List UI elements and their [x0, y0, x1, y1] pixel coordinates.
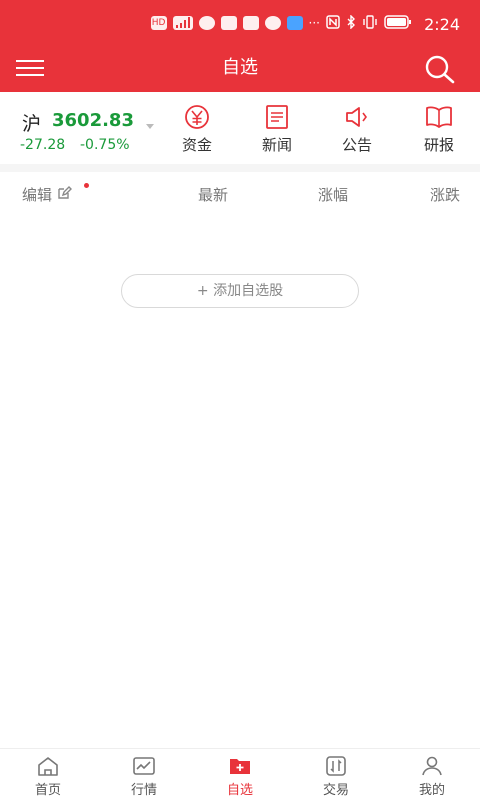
app-icon-1	[198, 16, 215, 30]
tab-label: 首页	[34, 783, 61, 798]
hd-icon: HD	[150, 16, 167, 30]
bottom-tab-bar: 首页 行情 自选 交易 我的	[0, 748, 480, 801]
open-book-icon	[426, 106, 452, 128]
edit-pencil-icon	[56, 185, 73, 205]
search-button[interactable]	[424, 54, 456, 84]
app-icon-4	[264, 16, 281, 30]
column-change-pct[interactable]: 涨幅	[318, 184, 348, 205]
home-icon	[38, 757, 58, 776]
index-change: -27.28	[20, 137, 66, 153]
tab-label: 我的	[418, 783, 445, 798]
watchlist-folder-icon	[230, 759, 250, 774]
quick-link-label: 公告	[341, 136, 372, 154]
app-icon-5	[286, 16, 303, 30]
battery-icon	[384, 14, 412, 33]
status-time: 2:24	[424, 15, 460, 34]
status-icons: HD ···	[150, 13, 412, 33]
app-icon-2	[220, 16, 237, 30]
tab-market[interactable]: 行情	[112, 755, 176, 801]
bluetooth-icon	[346, 13, 356, 33]
tab-home[interactable]: 首页	[16, 755, 80, 801]
app-header: 自选	[0, 44, 480, 92]
tab-trade[interactable]: 交易	[304, 755, 368, 801]
quick-link-label: 资金	[181, 136, 212, 154]
edit-button[interactable]: 编辑	[22, 184, 73, 205]
market-chart-icon	[133, 757, 155, 775]
speaker-icon	[346, 107, 367, 127]
more-icon: ···	[308, 16, 320, 30]
tab-watchlist[interactable]: 自选	[208, 755, 272, 801]
tab-profile[interactable]: 我的	[400, 755, 464, 801]
app-icon-3	[242, 16, 259, 30]
dropdown-arrow-icon[interactable]	[145, 116, 155, 129]
notification-dot	[84, 183, 89, 188]
index-value: 3602.83	[52, 110, 134, 131]
status-bar: HD ··· 2:24	[0, 0, 480, 44]
index-bar: 沪 3602.83 -27.28 -0.75% 资金 新闻 公告 研报	[0, 92, 480, 164]
edit-label: 编辑	[22, 186, 53, 204]
tab-label: 行情	[130, 783, 157, 798]
nfc-icon	[326, 14, 340, 33]
tab-label: 自选	[226, 783, 253, 798]
column-change[interactable]: 涨跌	[430, 184, 460, 205]
tab-label: 交易	[322, 783, 349, 798]
trade-icon	[326, 756, 346, 776]
quick-link-label: 新闻	[261, 136, 292, 154]
news-doc-icon	[266, 105, 288, 129]
quick-link-research[interactable]: 研报	[407, 104, 471, 160]
vibrate-icon	[362, 14, 378, 33]
quick-link-label: 研报	[423, 136, 454, 154]
quick-link-announcements[interactable]: 公告	[325, 104, 389, 160]
signal-4g-icon	[172, 16, 193, 30]
profile-icon	[422, 756, 442, 776]
add-watchlist-stock-button[interactable]: + 添加自选股	[121, 274, 359, 308]
section-divider	[0, 164, 480, 172]
index-name: 沪	[22, 113, 42, 135]
column-latest[interactable]: 最新	[198, 184, 228, 205]
quick-link-news[interactable]: 新闻	[245, 104, 309, 160]
watchlist-column-header: 编辑 最新 涨幅 涨跌	[0, 172, 480, 216]
page-title: 自选	[222, 57, 258, 78]
index-change-pct: -0.75%	[80, 137, 130, 153]
yuan-circle-icon	[185, 105, 209, 129]
quick-link-capital[interactable]: 资金	[165, 104, 229, 160]
search-icon	[425, 55, 455, 84]
